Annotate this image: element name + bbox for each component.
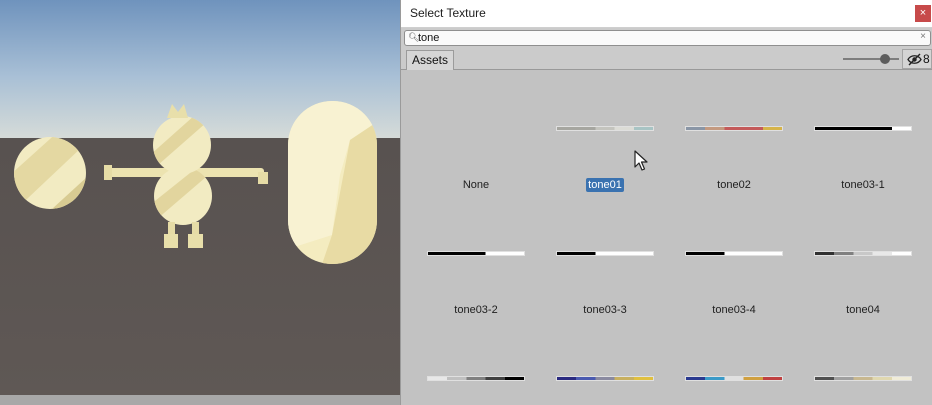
search-field[interactable]: 🔍︎ × <box>404 30 931 46</box>
clear-search-icon[interactable]: × <box>920 31 926 42</box>
texture-preview <box>814 251 912 256</box>
capsule-mesh <box>288 101 377 264</box>
slider-track <box>843 58 899 60</box>
toolbar: Assets 8 <box>401 48 932 70</box>
asset-label: tone04 <box>846 304 880 316</box>
texture-preview <box>685 126 783 131</box>
texture-preview <box>814 126 912 131</box>
asset-label: tone01 <box>586 178 624 192</box>
eye-slash-icon <box>907 53 922 66</box>
search-bar: 🔍︎ × <box>401 28 932 48</box>
search-input[interactable] <box>418 31 908 45</box>
scene-viewport[interactable] <box>0 0 400 405</box>
texture-preview <box>427 376 525 381</box>
texture-preview <box>556 126 654 131</box>
texture-preview <box>685 251 783 256</box>
zoom-slider[interactable] <box>843 53 899 65</box>
texture-preview <box>427 251 525 256</box>
mouse-cursor-icon <box>634 150 648 171</box>
texture-preview <box>556 376 654 381</box>
window-title: Select Texture <box>410 6 486 20</box>
scene-render <box>0 0 400 405</box>
asset-label: tone02 <box>717 179 751 191</box>
asset-label: tone03-2 <box>454 304 498 316</box>
texture-preview <box>556 251 654 256</box>
slider-thumb[interactable] <box>879 54 890 64</box>
asset-grid: None tone01 tone02 tone03-1 tone03-2 ton… <box>401 71 932 405</box>
asset-label: tone03-1 <box>841 179 885 191</box>
asset-label: tone03-3 <box>583 304 627 316</box>
select-texture-window: Select Texture × 🔍︎ × Assets 8 None <box>400 0 932 405</box>
asset-label: tone03-4 <box>712 304 756 316</box>
tab-assets[interactable]: Assets <box>406 50 455 70</box>
hidden-count: 8 <box>923 52 930 66</box>
close-button[interactable]: × <box>915 5 931 22</box>
title-bar[interactable]: Select Texture × <box>401 0 932 28</box>
hidden-items-toggle[interactable]: 8 <box>902 49 932 69</box>
asset-label: None <box>462 179 490 191</box>
texture-preview <box>685 376 783 381</box>
texture-preview <box>814 376 912 381</box>
